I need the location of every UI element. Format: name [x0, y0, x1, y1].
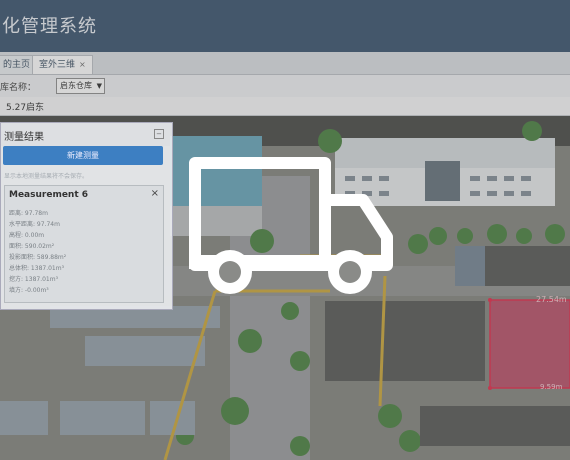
- toolbar: 库名称： 启东仓库 ▼: [0, 75, 570, 97]
- dataset-label[interactable]: 5.27启东: [6, 100, 44, 113]
- warehouse-select-value: 启东仓库: [60, 81, 92, 90]
- measure-row: 填方: -0.00m³: [9, 287, 49, 294]
- measure-row: 总体积: 1387.01m³: [9, 265, 64, 272]
- measure-dimension-top: 27.54m: [536, 295, 567, 304]
- measure-row: 水平距离: 97.74m: [9, 221, 60, 228]
- app-title: 化管理系统: [2, 16, 97, 37]
- measure-row: 高程: 0.00m: [9, 232, 45, 239]
- measure-row: 挖方: 1387.01m³: [9, 276, 58, 283]
- tab-outdoor-3d-label: 室外三维: [39, 60, 76, 70]
- app-header: 化管理系统: [0, 0, 570, 52]
- tab-close-icon[interactable]: ×: [79, 60, 86, 69]
- truck-icon: [185, 155, 395, 310]
- chevron-down-icon: ▼: [96, 82, 102, 90]
- warehouse-select[interactable]: 启东仓库 ▼: [56, 78, 105, 94]
- new-measurement-button[interactable]: 新建测量: [3, 146, 163, 165]
- measure-row: 面积: 590.02m²: [9, 243, 55, 250]
- warehouse-name-label: 库名称：: [0, 83, 37, 93]
- panel-title: 测量结果: [4, 132, 44, 143]
- measurement-panel: 测量结果 − 新建测量 显示本地测量结果将不会保存。 Measurement 6…: [0, 122, 173, 310]
- collapse-icon[interactable]: −: [154, 129, 164, 139]
- panel-hint: 显示本地测量结果将不会保存。: [4, 173, 89, 180]
- tab-home-label: 的主页: [3, 60, 31, 70]
- close-icon[interactable]: ×: [151, 188, 159, 199]
- tab-outdoor-3d[interactable]: 室外三维 ×: [32, 55, 93, 74]
- measurement-card: Measurement 6 × 距离: 97.78m 水平距离: 97.74m …: [4, 185, 164, 303]
- dataset-row: 5.27启东: [0, 97, 570, 116]
- measure-row: 距离: 97.78m: [9, 210, 48, 217]
- measure-dimension-bottom: 9.59m: [540, 383, 563, 391]
- measurement-title: Measurement 6: [9, 190, 89, 200]
- tab-bar: 的主页 室外三维 ×: [0, 52, 570, 75]
- measure-row: 投影面积: 589.88m²: [9, 254, 67, 261]
